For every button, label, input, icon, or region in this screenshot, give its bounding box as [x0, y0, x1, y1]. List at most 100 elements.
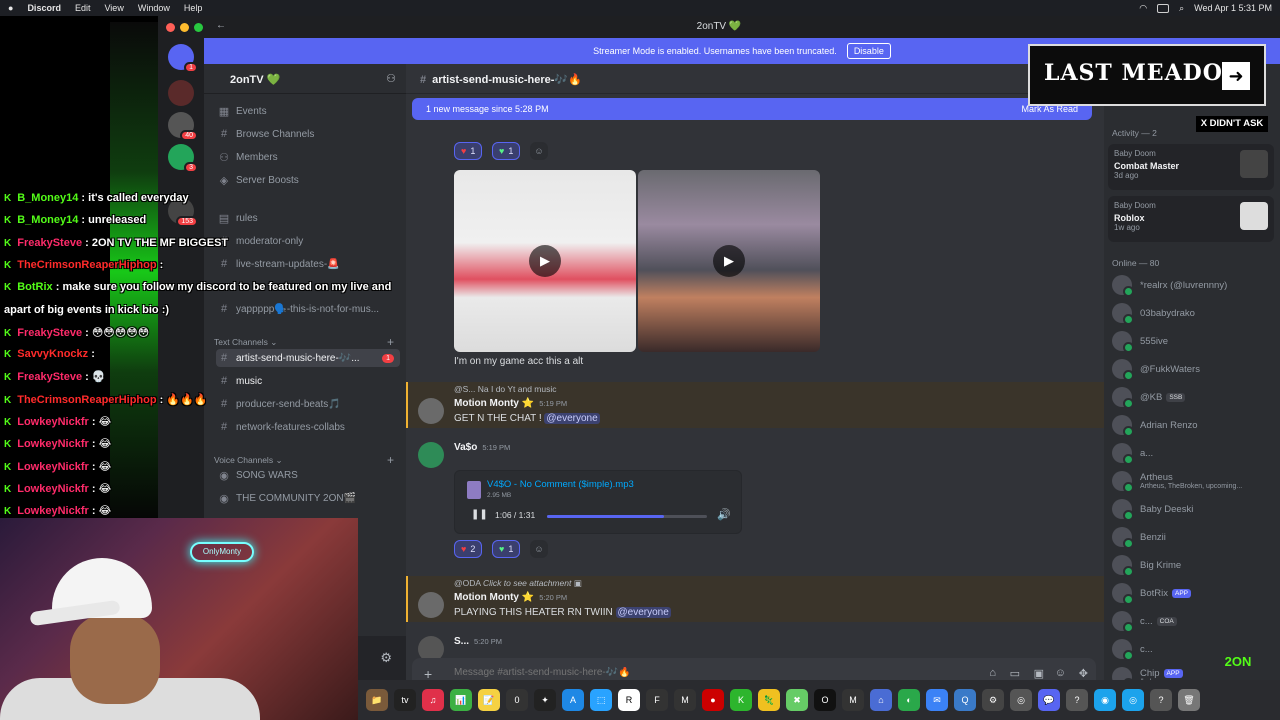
corner-logo: 2ON [1224, 654, 1252, 669]
volume-icon[interactable]: 🔊 [717, 508, 731, 521]
menu-view[interactable]: View [104, 3, 123, 13]
audio-seek-bar[interactable] [547, 515, 707, 518]
member-row[interactable]: c... COA [1112, 610, 1278, 633]
disable-button[interactable]: Disable [846, 43, 891, 59]
dock-app-icon[interactable]: O [814, 689, 836, 711]
dock-app-icon[interactable]: ◐ [898, 689, 920, 711]
mention[interactable]: @everyone [544, 413, 600, 424]
dock-app-icon[interactable]: ? [1150, 689, 1172, 711]
dock-app-icon[interactable]: 📊 [450, 689, 472, 711]
dock-app-icon[interactable]: 🗑 [1178, 689, 1200, 711]
add-member-icon[interactable]: ⚇ [386, 72, 396, 85]
dock-app-icon[interactable]: ✉ [926, 689, 948, 711]
gif-icon[interactable]: ▭ [1010, 667, 1020, 680]
add-reaction-button[interactable]: ☺ [530, 142, 548, 160]
member-row[interactable]: 03babydrako [1112, 302, 1278, 325]
clock[interactable]: Wed Apr 1 5:31 PM [1194, 3, 1272, 13]
dock-app-icon[interactable]: ? [1066, 689, 1088, 711]
dock-app-icon[interactable]: 📝 [478, 689, 500, 711]
gift-icon[interactable]: ⌂ [989, 667, 996, 679]
author-name[interactable]: Motion Monty ⭐ [454, 592, 534, 603]
dock-app-icon[interactable]: F [646, 689, 668, 711]
dock-app-icon[interactable]: ● [702, 689, 724, 711]
dock-app-icon[interactable]: ✦ [534, 689, 556, 711]
stream-chat-line: K FreakySteve : 2ON TV THE MF BIGGEST [4, 237, 228, 249]
apple-icon[interactable]: ● [8, 3, 13, 13]
activity-card[interactable]: Baby Doom Combat Master 3d ago [1108, 144, 1274, 190]
dock-app-icon[interactable]: tv [394, 689, 416, 711]
sticker-icon[interactable]: ▣ [1034, 667, 1044, 680]
settings-gear-icon[interactable]: ⚙ [380, 650, 392, 666]
member-row[interactable]: 555ive [1112, 330, 1278, 353]
dock-app-icon[interactable]: ◎ [1122, 689, 1144, 711]
dock-app-icon[interactable]: ⌂ [870, 689, 892, 711]
dock-app-icon[interactable]: A [562, 689, 584, 711]
direct-messages-icon[interactable]: 1 [168, 44, 198, 73]
activity-card[interactable]: Baby Doom Roblox 1w ago [1108, 196, 1274, 242]
author-name[interactable]: S... [454, 636, 469, 647]
battery-icon[interactable] [1157, 3, 1170, 13]
member-row[interactable]: @FukkWaters [1112, 358, 1278, 381]
member-row[interactable]: Big Krime [1112, 554, 1278, 577]
server-icon[interactable] [168, 80, 194, 106]
reply-preview[interactable]: @S... Na I do Yt and music [454, 384, 557, 394]
dock-app-icon[interactable]: ✖ [786, 689, 808, 711]
audio-filename[interactable]: V4$O - No Comment ($imple).mp3 [487, 479, 634, 490]
mention[interactable]: @everyone [615, 607, 671, 618]
dock-app-icon[interactable]: M [674, 689, 696, 711]
member-row[interactable]: Benzii [1112, 526, 1278, 549]
author-name[interactable]: Va$o [454, 442, 477, 453]
dock-app-icon[interactable]: M [842, 689, 864, 711]
dock-app-icon[interactable]: ⚙ [982, 689, 1004, 711]
video-attachment[interactable]: ▶ [454, 170, 636, 352]
video-attachment[interactable]: ▶ [638, 170, 820, 352]
last-meadow-banner[interactable]: LAST MEADOW ➜ [1028, 44, 1266, 106]
add-reaction-button[interactable]: ☺ [530, 540, 548, 558]
sidebar-item-members[interactable]: ⚇ Members [216, 148, 400, 166]
dock-app-icon[interactable]: K [730, 689, 752, 711]
server-icon[interactable]: 3 [168, 144, 198, 173]
reply-preview[interactable]: @ODA Click to see attachment ▣ [454, 578, 582, 589]
menu-help[interactable]: Help [184, 3, 203, 13]
server-icon[interactable]: 40 [168, 112, 198, 141]
reaction-green-heart[interactable]: ♥ 1 [492, 540, 521, 558]
dock-app-icon[interactable]: ◉ [1094, 689, 1116, 711]
avatar[interactable] [418, 592, 444, 618]
dock-app-icon[interactable]: R [618, 689, 640, 711]
emoji-icon[interactable]: ☺ [1055, 667, 1066, 679]
menu-edit[interactable]: Edit [75, 3, 91, 13]
sidebar-item-browse[interactable]: # Browse Channels [216, 125, 400, 143]
play-icon[interactable]: ▶ [529, 245, 561, 277]
reaction-heart[interactable]: ♥ 2 [454, 540, 483, 558]
message-input[interactable] [454, 667, 894, 678]
reaction-green-heart[interactable]: ♥ 1 [492, 142, 521, 160]
menu-window[interactable]: Window [138, 3, 170, 13]
dock-app-icon[interactable]: 0 [506, 689, 528, 711]
dock-app-icon[interactable]: 📁 [366, 689, 388, 711]
member-row[interactable]: BotRix APP [1112, 582, 1278, 605]
dock-app-icon[interactable]: Q [954, 689, 976, 711]
new-messages-banner[interactable]: 1 new message since 5:28 PM Mark As Read [412, 98, 1092, 120]
wifi-icon[interactable]: ◠ [1139, 3, 1147, 14]
member-row[interactable]: a... [1112, 442, 1278, 465]
chat-separator: : [52, 281, 63, 294]
menu-app-name[interactable]: Discord [27, 3, 61, 13]
search-icon[interactable]: ⌕ [1179, 3, 1184, 14]
pause-icon[interactable]: ❚❚ [471, 509, 488, 520]
sidebar-item-events[interactable]: ▦ Events [216, 102, 400, 120]
member-row[interactable]: @KB SSB [1112, 386, 1278, 409]
reaction-heart[interactable]: ♥ 1 [454, 142, 483, 160]
member-row[interactable]: Artheus Artheus, TheBroken, upcoming... [1112, 470, 1278, 493]
dock-app-icon[interactable]: ⬚ [590, 689, 612, 711]
author-name[interactable]: Motion Monty ⭐ [454, 398, 534, 409]
member-row[interactable]: *realrx (@luvrennny) [1112, 274, 1278, 297]
dock-app-icon[interactable]: ♫ [422, 689, 444, 711]
server-header[interactable]: 2onTV 💚 ⚇ [204, 64, 406, 94]
apps-icon[interactable]: ✥ [1079, 667, 1088, 680]
dock-app-icon[interactable]: 💬 [1038, 689, 1060, 711]
member-row[interactable]: Baby Deeski [1112, 498, 1278, 521]
play-icon[interactable]: ▶ [713, 245, 745, 277]
member-row[interactable]: Adrian Renzo [1112, 414, 1278, 437]
dock-app-icon[interactable]: 🦎 [758, 689, 780, 711]
dock-app-icon[interactable]: ◎ [1010, 689, 1032, 711]
